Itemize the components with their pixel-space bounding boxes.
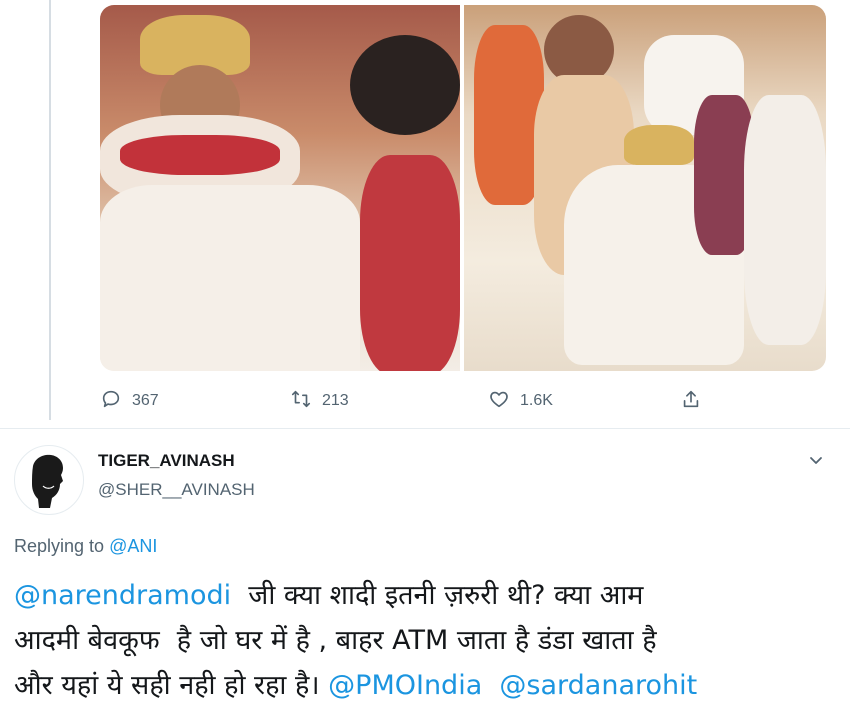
tweet-text: @narendramodi जी क्या शादी इतनी ज़रुरी थ… [14, 573, 844, 708]
wedding-photo-garland-exchange[interactable] [100, 5, 460, 371]
mention-sardanarohit[interactable]: @sardanarohit [499, 670, 697, 701]
tweet-line-3-text: और यहां ये सही नही हो रहा है। [14, 670, 329, 701]
like-button[interactable]: 1.6K [488, 388, 553, 414]
tweet-line-3: और यहां ये सही नही हो रहा है। @PMOIndia … [14, 663, 844, 708]
thread-connector-line [49, 0, 51, 420]
reply-icon [100, 388, 122, 415]
mention-pmoindia[interactable]: @PMOIndia [328, 670, 482, 701]
user-display-name[interactable]: TIGER_AVINASH [98, 451, 235, 471]
like-count: 1.6K [520, 392, 553, 409]
share-icon [680, 388, 702, 415]
replying-to-context: Replying to @ANI [14, 536, 157, 557]
tweet-media-grid[interactable] [100, 5, 826, 371]
mention-narendramodi[interactable]: @narendramodi [14, 580, 231, 611]
retweet-count: 213 [322, 392, 349, 409]
tweet-line-1-text: जी क्या शादी इतनी ज़रुरी थी? क्या आम [231, 580, 644, 611]
share-button[interactable] [680, 388, 702, 414]
replying-to-mention[interactable]: @ANI [109, 536, 157, 556]
chevron-down-icon [810, 457, 822, 464]
retweet-button[interactable]: 213 [290, 388, 349, 414]
wedding-photo-ritual[interactable] [464, 5, 826, 371]
tweet-line-1: @narendramodi जी क्या शादी इतनी ज़रुरी थ… [14, 573, 844, 618]
replying-to-label: Replying to [14, 536, 110, 556]
tweet-line-2: आदमी बेवकूफ है जो घर में है , बाहर ATM ज… [14, 625, 657, 656]
reply-button[interactable]: 367 [100, 388, 159, 414]
like-icon [488, 388, 510, 415]
retweet-icon [290, 388, 312, 415]
avatar-silhouette-icon [32, 454, 63, 508]
tweet-action-bar: 367 213 1.6K [100, 388, 720, 414]
more-options-button[interactable] [806, 450, 826, 470]
tweet-divider [0, 428, 850, 429]
avatar[interactable] [14, 445, 84, 515]
user-handle[interactable]: @SHER__AVINASH [98, 480, 255, 500]
reply-count: 367 [132, 392, 159, 409]
